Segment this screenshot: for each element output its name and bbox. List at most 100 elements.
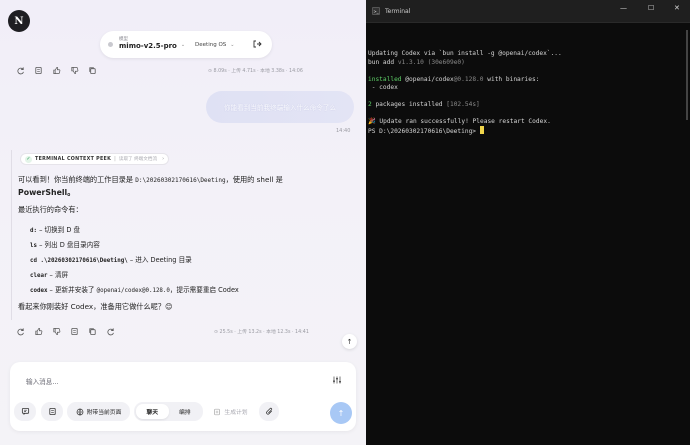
command-item: cd .\20260302170616\Deeting\ – 进入 Deetin…: [30, 254, 192, 264]
terminal-text: installed: [368, 75, 406, 83]
close-icon[interactable]: ✕: [674, 4, 680, 12]
model-name: mimo-v2.5-pro: [119, 42, 177, 51]
workspace-name: Deeting OS: [195, 41, 227, 48]
attach-file-button[interactable]: [259, 402, 279, 421]
new-chat-button[interactable]: [14, 402, 36, 421]
terminal-title: Terminal: [385, 7, 411, 15]
peek-title: TERMINAL CONTEXT PEEK: [35, 156, 112, 162]
terminal-text: @openai/codex: [405, 75, 454, 83]
mode-edit-tab[interactable]: 编排: [169, 404, 202, 419]
answer-commands-intro: 最近执行的命令有：: [18, 205, 83, 214]
peek-separator: |: [114, 156, 116, 162]
inline-code: cd .\20260302170616\Deeting\: [30, 258, 128, 264]
terminal-text: packages installed: [371, 100, 447, 108]
chat-icon: [21, 407, 29, 415]
inline-code: codex: [30, 288, 48, 294]
answer-closing: 看起来你刚装好 Codex，准备用它做什么呢？😊: [18, 302, 173, 311]
command-desc: – 更新并安装了: [47, 286, 97, 294]
paperclip-icon: [265, 407, 272, 415]
notebook-icon: [48, 407, 56, 416]
scroll-to-bottom-button[interactable]: ↑: [342, 334, 357, 349]
model-status-dot: [108, 42, 113, 47]
workspace-selector[interactable]: Deeting OS ⌄: [195, 42, 234, 48]
copy-icon[interactable]: [88, 327, 97, 336]
terminal-title-bar: >_ Terminal — ☐ ✕: [366, 0, 690, 22]
thumbs-down-icon[interactable]: [52, 327, 61, 336]
terminal-icon: >_: [372, 7, 380, 15]
user-message-text: 你能看到当前我终端输入什么命令了么: [223, 104, 337, 112]
command-desc: – 清屏: [47, 271, 69, 279]
command-desc: – 切换到 D 盘: [36, 226, 81, 234]
check-icon: ✓: [25, 155, 32, 163]
terminal-line: - codex: [368, 84, 398, 92]
refresh-icon[interactable]: [16, 66, 25, 75]
command-desc: ，提示需要重启 Codex: [169, 286, 239, 294]
terminal-prompt: PS D:\20260302170616\Deeting>: [368, 128, 480, 136]
model-selector-pill: 模型 mimo-v2.5-pro ⌄ Deeting OS ⌄: [100, 31, 272, 58]
send-button[interactable]: ↑: [330, 402, 352, 424]
message-actions-top: [16, 66, 97, 75]
inline-code: d:: [30, 228, 37, 234]
answer-shell: PowerShell。: [18, 188, 76, 197]
document-icon[interactable]: [70, 327, 79, 336]
inline-code: clear: [30, 273, 48, 279]
terminal-cursor: [479, 126, 484, 135]
refresh-icon[interactable]: [106, 327, 115, 336]
minimize-icon[interactable]: —: [620, 4, 627, 12]
app-logo[interactable]: N: [8, 10, 30, 32]
mode-toggle: 聊天 编排: [134, 402, 203, 421]
terminal-line: bun add v1.3.10 (30e609e0): [368, 59, 465, 66]
inline-code-path: D:\20260302170616\Deeting: [135, 177, 226, 184]
terminal-line: 🎉 Update ran successfully! Please restar…: [368, 117, 551, 125]
mode-chat-tab[interactable]: 聊天: [136, 404, 169, 419]
terminal-output[interactable]: Updating Codex via `bun install -g @open…: [368, 42, 562, 145]
answer-paragraph-1: 可以看到！你当前终端的工作目录是 D:\20260302170616\Deeti…: [18, 175, 283, 185]
arrow-up-icon: ↑: [346, 337, 353, 346]
document-icon: [214, 408, 221, 415]
model-selector[interactable]: 模型 mimo-v2.5-pro: [119, 37, 177, 51]
refresh-icon[interactable]: [16, 327, 25, 336]
thread-line: [11, 150, 12, 320]
arrow-up-icon: ↑: [337, 408, 345, 418]
command-desc: – 进入 Deeting 目录: [127, 256, 192, 264]
exit-icon[interactable]: [252, 39, 262, 49]
terminal-context-peek[interactable]: ✓ TERMINAL CONTEXT PEEK | 读取了 终端文档流 ›: [20, 153, 170, 165]
generate-plan-label: 生成计划: [224, 410, 248, 416]
globe-icon: [76, 408, 83, 415]
message-actions-bottom: [16, 327, 115, 336]
thumbs-down-icon[interactable]: [70, 66, 79, 75]
chevron-right-icon: ›: [162, 156, 165, 162]
document-icon[interactable]: [34, 66, 43, 75]
terminal-text: @0.128.0: [453, 75, 484, 83]
attach-current-page-button[interactable]: 附带当前页面: [67, 402, 130, 421]
sliders-icon[interactable]: [332, 375, 342, 385]
chat-panel: N 模型 mimo-v2.5-pro ⌄ Deeting OS ⌄ ⊙ 8.09…: [0, 0, 366, 445]
thumbs-up-icon[interactable]: [52, 66, 61, 75]
command-item: clear – 清屏: [30, 269, 68, 279]
terminal-text: bun add: [368, 58, 398, 66]
message-input[interactable]: 输入消息...: [26, 376, 59, 386]
command-item: ls – 列出 D 盘目录内容: [30, 239, 100, 249]
logo-letter: N: [14, 15, 24, 27]
inline-code-package: @openai/codex@0.128.0: [96, 288, 170, 294]
attach-page-label: 附带当前页面: [86, 410, 122, 416]
terminal-scrollbar[interactable]: [686, 30, 688, 120]
terminal-text: with binaries:: [483, 75, 540, 83]
generate-plan-button[interactable]: 生成计划: [207, 402, 254, 421]
command-item: d: – 切换到 D 盘: [30, 224, 80, 234]
terminal-window: >_ Terminal — ☐ ✕ Updating Codex via `bu…: [366, 0, 690, 445]
user-message-bubble: 你能看到当前我终端输入什么命令了么: [206, 91, 354, 123]
terminal-line: Updating Codex via `bun install -g @open…: [368, 50, 562, 58]
message-stats-top: ⊙ 8.09s · 上传 4.71s · 本地 3.38s · 14:06: [208, 69, 303, 74]
answer-text: ，使用的 shell 是: [225, 175, 283, 184]
copy-icon[interactable]: [88, 66, 97, 75]
thumbs-up-icon[interactable]: [34, 327, 43, 336]
notes-button[interactable]: [41, 402, 63, 421]
terminal-text: v1.3.10 (30e609e0): [397, 58, 465, 66]
terminal-prompt-line: PS D:\20260302170616\Deeting>: [368, 126, 484, 136]
chevron-down-icon: ⌄: [230, 41, 235, 48]
chevron-down-icon[interactable]: ⌄: [181, 42, 185, 48]
maximize-icon[interactable]: ☐: [648, 4, 654, 12]
terminal-text: [102.54s]: [446, 100, 480, 108]
answer-text: 可以看到！你当前终端的工作目录是: [18, 175, 136, 184]
